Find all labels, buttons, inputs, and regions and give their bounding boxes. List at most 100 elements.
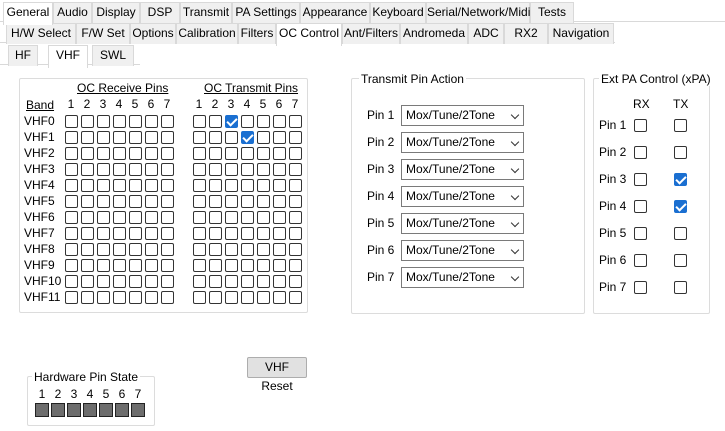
oc-transmit-checkbox[interactable] <box>209 211 222 224</box>
sub-tab-filters[interactable]: Filters <box>238 23 276 44</box>
band-tab-swl[interactable]: SWL <box>92 45 134 66</box>
oc-receive-checkbox[interactable] <box>65 195 78 208</box>
band-tab-hf[interactable]: HF <box>8 45 38 66</box>
oc-transmit-checkbox[interactable] <box>193 211 206 224</box>
oc-receive-checkbox[interactable] <box>81 291 94 304</box>
main-tab-keyboard[interactable]: Keyboard <box>370 2 426 23</box>
main-tab-transmit[interactable]: Transmit <box>180 2 232 23</box>
oc-transmit-checkbox[interactable] <box>289 211 302 224</box>
oc-transmit-checkbox[interactable] <box>241 131 254 144</box>
sub-tab-oc-control[interactable]: OC Control <box>276 23 342 46</box>
oc-transmit-checkbox[interactable] <box>289 163 302 176</box>
oc-transmit-checkbox[interactable] <box>209 163 222 176</box>
oc-transmit-checkbox[interactable] <box>241 243 254 256</box>
band-tab-vhf[interactable]: VHF <box>48 45 88 68</box>
oc-transmit-checkbox[interactable] <box>225 227 238 240</box>
oc-receive-checkbox[interactable] <box>113 147 126 160</box>
oc-transmit-checkbox[interactable] <box>273 227 286 240</box>
oc-receive-checkbox[interactable] <box>97 179 110 192</box>
oc-receive-checkbox[interactable] <box>113 131 126 144</box>
oc-transmit-checkbox[interactable] <box>193 227 206 240</box>
oc-receive-checkbox[interactable] <box>97 131 110 144</box>
oc-transmit-checkbox[interactable] <box>225 179 238 192</box>
oc-receive-checkbox[interactable] <box>161 259 174 272</box>
oc-receive-checkbox[interactable] <box>113 227 126 240</box>
oc-receive-checkbox[interactable] <box>129 179 142 192</box>
tx-action-dropdown[interactable]: Mox/Tune/2Tone <box>401 186 524 207</box>
oc-transmit-checkbox[interactable] <box>257 179 270 192</box>
oc-receive-checkbox[interactable] <box>97 163 110 176</box>
oc-transmit-checkbox[interactable] <box>257 115 270 128</box>
oc-receive-checkbox[interactable] <box>81 179 94 192</box>
ext-pa-rx-checkbox[interactable] <box>634 200 647 213</box>
oc-transmit-checkbox[interactable] <box>209 243 222 256</box>
oc-transmit-checkbox[interactable] <box>209 195 222 208</box>
oc-receive-checkbox[interactable] <box>65 291 78 304</box>
oc-receive-checkbox[interactable] <box>161 147 174 160</box>
ext-pa-tx-checkbox[interactable] <box>674 254 687 267</box>
oc-receive-checkbox[interactable] <box>113 259 126 272</box>
oc-receive-checkbox[interactable] <box>81 147 94 160</box>
sub-tab-f-w-set[interactable]: F/W Set <box>76 23 130 44</box>
oc-receive-checkbox[interactable] <box>97 115 110 128</box>
oc-transmit-checkbox[interactable] <box>289 259 302 272</box>
main-tab-appearance[interactable]: Appearance <box>300 2 370 23</box>
oc-transmit-checkbox[interactable] <box>257 259 270 272</box>
oc-receive-checkbox[interactable] <box>97 227 110 240</box>
oc-transmit-checkbox[interactable] <box>193 275 206 288</box>
main-tab-general[interactable]: General <box>3 2 53 25</box>
oc-transmit-checkbox[interactable] <box>289 227 302 240</box>
ext-pa-tx-checkbox[interactable] <box>674 227 687 240</box>
oc-receive-checkbox[interactable] <box>81 275 94 288</box>
oc-transmit-checkbox[interactable] <box>225 211 238 224</box>
oc-receive-checkbox[interactable] <box>129 291 142 304</box>
oc-receive-checkbox[interactable] <box>145 115 158 128</box>
sub-tab-h-w-select[interactable]: H/W Select <box>6 23 76 44</box>
oc-transmit-checkbox[interactable] <box>225 115 238 128</box>
oc-transmit-checkbox[interactable] <box>225 147 238 160</box>
oc-transmit-checkbox[interactable] <box>193 291 206 304</box>
oc-receive-checkbox[interactable] <box>113 291 126 304</box>
oc-receive-checkbox[interactable] <box>81 227 94 240</box>
main-tab-audio[interactable]: Audio <box>53 2 92 23</box>
oc-transmit-checkbox[interactable] <box>289 243 302 256</box>
oc-transmit-checkbox[interactable] <box>273 163 286 176</box>
oc-transmit-checkbox[interactable] <box>193 163 206 176</box>
oc-transmit-checkbox[interactable] <box>273 211 286 224</box>
sub-tab-andromeda[interactable]: Andromeda <box>400 23 468 44</box>
oc-receive-checkbox[interactable] <box>145 131 158 144</box>
tx-action-dropdown[interactable]: Mox/Tune/2Tone <box>401 213 524 234</box>
oc-transmit-checkbox[interactable] <box>225 131 238 144</box>
oc-receive-checkbox[interactable] <box>81 131 94 144</box>
oc-transmit-checkbox[interactable] <box>289 179 302 192</box>
oc-transmit-checkbox[interactable] <box>289 131 302 144</box>
oc-receive-checkbox[interactable] <box>81 211 94 224</box>
tx-action-dropdown[interactable]: Mox/Tune/2Tone <box>401 132 524 153</box>
oc-transmit-checkbox[interactable] <box>289 275 302 288</box>
oc-receive-checkbox[interactable] <box>129 195 142 208</box>
ext-pa-tx-checkbox[interactable] <box>674 146 687 159</box>
ext-pa-rx-checkbox[interactable] <box>634 146 647 159</box>
oc-receive-checkbox[interactable] <box>161 211 174 224</box>
tx-action-dropdown[interactable]: Mox/Tune/2Tone <box>401 267 524 288</box>
oc-transmit-checkbox[interactable] <box>209 259 222 272</box>
main-tab-tests[interactable]: Tests <box>530 2 574 23</box>
tx-action-dropdown[interactable]: Mox/Tune/2Tone <box>401 105 524 126</box>
sub-tab-calibration[interactable]: Calibration <box>176 23 238 44</box>
oc-transmit-checkbox[interactable] <box>257 163 270 176</box>
oc-transmit-checkbox[interactable] <box>273 291 286 304</box>
oc-transmit-checkbox[interactable] <box>241 179 254 192</box>
oc-transmit-checkbox[interactable] <box>209 291 222 304</box>
oc-transmit-checkbox[interactable] <box>241 163 254 176</box>
oc-receive-checkbox[interactable] <box>145 195 158 208</box>
oc-transmit-checkbox[interactable] <box>257 131 270 144</box>
sub-tab-options[interactable]: Options <box>130 23 176 44</box>
oc-receive-checkbox[interactable] <box>145 163 158 176</box>
oc-transmit-checkbox[interactable] <box>273 131 286 144</box>
oc-transmit-checkbox[interactable] <box>193 131 206 144</box>
sub-tab-ant-filters[interactable]: Ant/Filters <box>342 23 400 44</box>
sub-tab-navigation[interactable]: Navigation <box>548 23 614 44</box>
oc-receive-checkbox[interactable] <box>81 163 94 176</box>
oc-receive-checkbox[interactable] <box>129 275 142 288</box>
oc-receive-checkbox[interactable] <box>113 275 126 288</box>
